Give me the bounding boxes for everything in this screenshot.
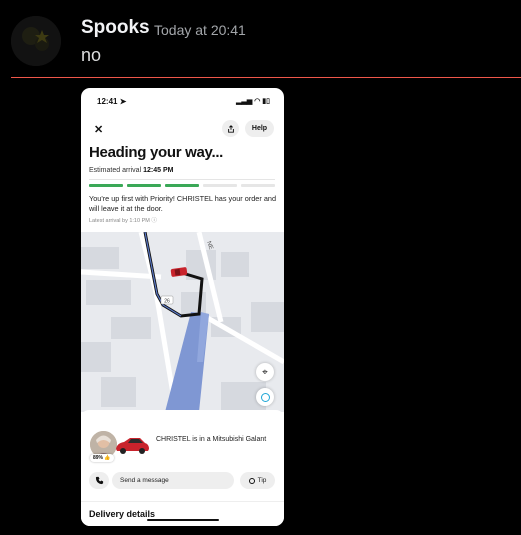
progress-segment <box>203 184 237 187</box>
new-messages-divider <box>11 77 521 78</box>
status-info: You're up first with Priority! CHRISTEL … <box>89 194 277 213</box>
estimated-arrival: Estimated arrival 12:45 PM <box>89 167 174 174</box>
battery-icon: ▮▯ <box>262 98 270 105</box>
delivery-details-heading[interactable]: Delivery details <box>89 509 155 519</box>
chat-message: Spooks Today at 20:41 no 12:41 ➤ ▂▃▅ ◠ ▮… <box>0 0 521 535</box>
road-marker: 26 <box>160 295 174 305</box>
call-button[interactable] <box>89 472 109 489</box>
signal-icon: ▂▃▅ <box>236 98 253 105</box>
status-time: 12:41 ➤ <box>97 97 127 106</box>
circle-icon <box>260 392 270 402</box>
tip-button[interactable]: Tip <box>240 472 275 489</box>
send-message-input[interactable]: Send a message <box>112 472 234 489</box>
page-title: Heading your way... <box>89 144 224 161</box>
car-image <box>114 436 150 461</box>
progress-segment <box>89 184 123 187</box>
delivery-progress <box>89 184 275 187</box>
crosshair-icon: ⌖ <box>262 366 268 378</box>
message-timestamp: Today at 20:41 <box>154 22 246 38</box>
user-avatar[interactable] <box>11 16 61 66</box>
close-icon[interactable]: ✕ <box>94 123 103 136</box>
location-arrow-icon: ➤ <box>119 97 127 106</box>
home-indicator <box>147 519 219 521</box>
thumbs-up-icon: 👍 <box>104 455 111 461</box>
tip-icon <box>248 477 255 484</box>
assistant-button[interactable] <box>256 388 274 406</box>
phone-icon <box>95 476 103 485</box>
progress-segment <box>165 184 199 187</box>
help-button[interactable]: Help <box>245 120 274 137</box>
share-icon <box>227 124 234 133</box>
recenter-button[interactable]: ⌖ <box>256 363 274 381</box>
share-button[interactable] <box>222 120 239 137</box>
username[interactable]: Spooks <box>81 17 150 39</box>
driver-description: CHRISTEL is in a Mitsubishi Galant <box>156 436 267 443</box>
divider <box>89 179 275 180</box>
latest-arrival: Latest arrival by 1:10 PM ⓘ <box>89 218 157 224</box>
svg-text:26: 26 <box>164 299 170 305</box>
screenshot-attachment[interactable]: 12:41 ➤ ▂▃▅ ◠ ▮▯ ✕ Help Heading your way… <box>81 88 284 526</box>
message-text: no <box>81 45 102 65</box>
driver-rating: 89% 👍 <box>90 454 114 462</box>
info-icon[interactable]: ⓘ <box>151 218 157 224</box>
wifi-icon: ◠ <box>254 98 261 105</box>
status-icons: ▂▃▅ ◠ ▮▯ <box>236 97 270 105</box>
progress-segment <box>127 184 161 187</box>
progress-segment <box>241 184 275 187</box>
divider <box>81 501 284 502</box>
driver-sheet: 89% 👍 CHRISTEL is in a Mitsubishi Galant… <box>81 410 284 526</box>
delivery-map[interactable]: 26 NE ⌖ <box>81 231 284 413</box>
